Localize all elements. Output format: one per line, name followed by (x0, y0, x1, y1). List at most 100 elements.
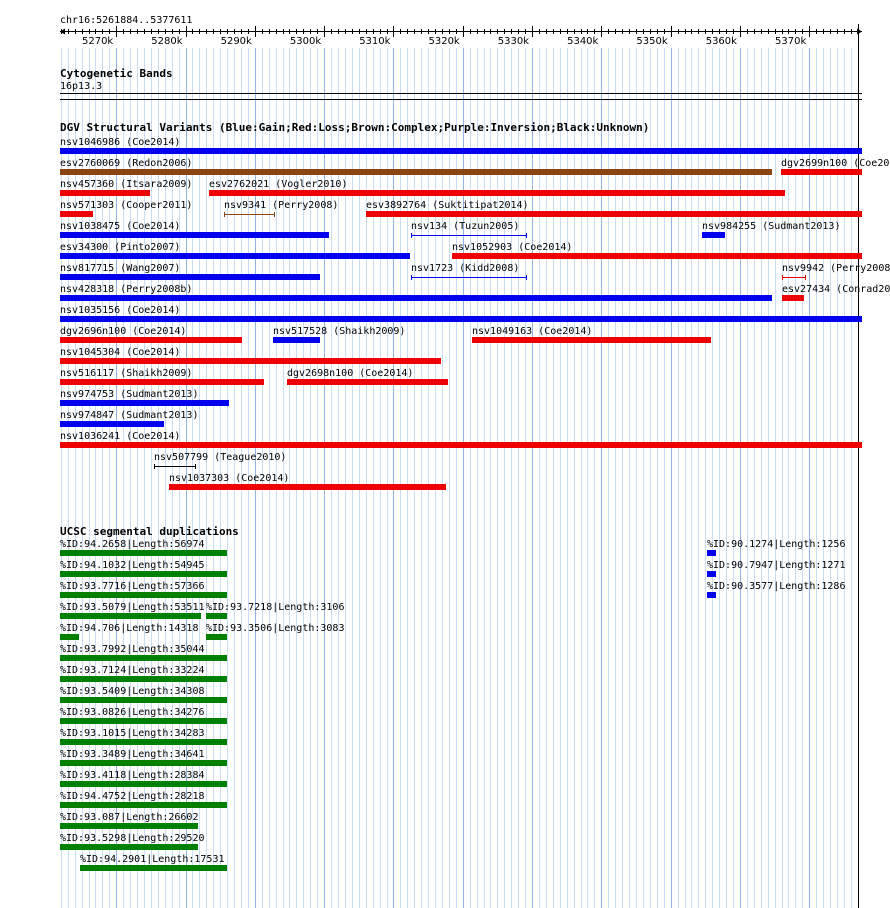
dgv-feature-label[interactable]: dgv2696n100 (Coe2014) (60, 326, 186, 337)
dgv-feature-bar[interactable] (273, 337, 320, 343)
segdup-feature-label[interactable]: %ID:90.1274|Length:1256 (707, 539, 845, 550)
dgv-feature-label[interactable]: nsv457360 (Itsara2009) (60, 179, 192, 190)
segdup-feature-bar[interactable] (60, 844, 198, 850)
segdup-feature-bar[interactable] (60, 760, 227, 766)
dgv-feature-label[interactable]: nsv516117 (Shaikh2009) (60, 368, 192, 379)
segdup-feature-label[interactable]: %ID:93.1015|Length:34283 (60, 728, 205, 739)
dgv-feature-label[interactable]: nsv1036241 (Coe2014) (60, 431, 180, 442)
dgv-feature-label[interactable]: nsv1052903 (Coe2014) (452, 242, 572, 253)
dgv-feature-label[interactable]: nsv817715 (Wang2007) (60, 263, 180, 274)
segdup-feature-bar[interactable] (60, 634, 79, 640)
dgv-feature-bar[interactable] (224, 212, 275, 217)
dgv-feature-label[interactable]: nsv571303 (Cooper2011) (60, 200, 192, 211)
cytoband-label[interactable]: 16p13.3 (60, 81, 102, 92)
segdup-feature-bar[interactable] (80, 865, 227, 871)
dgv-feature-bar[interactable] (702, 232, 725, 238)
segdup-feature-label[interactable]: %ID:93.7716|Length:57366 (60, 581, 205, 592)
dgv-feature-bar[interactable] (782, 295, 804, 301)
dgv-feature-label[interactable]: nsv1723 (Kidd2008) (411, 263, 519, 274)
dgv-feature-bar[interactable] (472, 337, 711, 343)
segdup-feature-label[interactable]: %ID:93.5298|Length:29520 (60, 833, 205, 844)
dgv-feature-bar[interactable] (209, 190, 785, 196)
dgv-feature-label[interactable]: nsv1046986 (Coe2014) (60, 137, 180, 148)
segdup-feature-label[interactable]: %ID:93.3489|Length:34641 (60, 749, 205, 760)
dgv-feature-bar[interactable] (60, 274, 320, 280)
dgv-feature-bar[interactable] (411, 233, 527, 238)
dgv-feature-label[interactable]: nsv984255 (Sudmant2013) (702, 221, 840, 232)
coordinate-ruler[interactable]: 5270k 5280k 5290k 5300k 5310k 5320k 5330k 5340k… (0, 0, 890, 60)
dgv-feature-label[interactable]: nsv1045304 (Coe2014) (60, 347, 180, 358)
segdup-feature-bar[interactable] (60, 781, 227, 787)
dgv-feature-label[interactable]: nsv134 (Tuzun2005) (411, 221, 519, 232)
segdup-feature-bar[interactable] (707, 550, 716, 556)
segdup-feature-bar[interactable] (60, 655, 227, 661)
dgv-feature-label[interactable]: nsv517528 (Shaikh2009) (273, 326, 405, 337)
segdup-feature-label[interactable]: %ID:94.2658|Length:56974 (60, 539, 205, 550)
dgv-feature-label[interactable]: nsv1037303 (Coe2014) (169, 473, 289, 484)
dgv-feature-bar[interactable] (60, 379, 264, 385)
segdup-feature-bar[interactable] (60, 697, 227, 703)
dgv-feature-bar[interactable] (60, 211, 93, 217)
segdup-feature-bar[interactable] (60, 571, 227, 577)
segdup-feature-label[interactable]: %ID:93.7124|Length:33224 (60, 665, 205, 676)
segdup-feature-label[interactable]: %ID:94.4752|Length:28218 (60, 791, 205, 802)
dgv-feature-bar[interactable] (411, 275, 527, 280)
dgv-feature-label[interactable]: nsv1038475 (Coe2014) (60, 221, 180, 232)
dgv-feature-label[interactable]: esv3892764 (Suktitipat2014) (366, 200, 529, 211)
cytoband-track-title[interactable]: Cytogenetic Bands (60, 68, 173, 80)
dgv-feature-label[interactable]: dgv2698n100 (Coe2014) (287, 368, 413, 379)
dgv-feature-bar[interactable] (60, 232, 329, 238)
segdup-feature-label[interactable]: %ID:93.7218|Length:3106 (206, 602, 344, 613)
dgv-feature-label[interactable]: nsv9341 (Perry2008) (224, 200, 338, 211)
segdup-feature-label[interactable]: %ID:93.087|Length:26602 (60, 812, 198, 823)
dgv-feature-bar[interactable] (366, 211, 862, 217)
dgv-feature-bar[interactable] (60, 421, 164, 427)
segdup-feature-bar[interactable] (60, 823, 198, 829)
segdup-feature-bar[interactable] (206, 634, 227, 640)
dgv-feature-bar[interactable] (781, 169, 862, 175)
dgv-feature-label[interactable]: nsv974753 (Sudmant2013) (60, 389, 198, 400)
dgv-feature-bar[interactable] (60, 442, 862, 448)
segdup-feature-label[interactable]: %ID:90.3577|Length:1286 (707, 581, 845, 592)
dgv-feature-label[interactable]: nsv9942 (Perry2008) (782, 263, 890, 274)
dgv-feature-bar[interactable] (60, 169, 772, 175)
dgv-feature-label[interactable]: esv34300 (Pinto2007) (60, 242, 180, 253)
segdup-feature-label[interactable]: %ID:90.7947|Length:1271 (707, 560, 845, 571)
dgv-feature-label[interactable]: dgv2699n100 (Coe2014) (781, 158, 890, 169)
dgv-feature-label[interactable]: esv27434 (Conrad2010) (782, 284, 890, 295)
dgv-feature-label[interactable]: esv2760069 (Redon2006) (60, 158, 192, 169)
segdup-feature-bar[interactable] (60, 802, 227, 808)
segdup-feature-label[interactable]: %ID:93.3506|Length:3083 (206, 623, 344, 634)
segdup-feature-label[interactable]: %ID:94.2901|Length:17531 (80, 854, 225, 865)
segdup-feature-label[interactable]: %ID:93.4118|Length:28384 (60, 770, 205, 781)
dgv-track-title[interactable]: DGV Structural Variants (Blue:Gain;Red:L… (60, 122, 649, 134)
segdup-feature-label[interactable]: %ID:93.5079|Length:53511 (60, 602, 205, 613)
dgv-feature-bar[interactable] (60, 400, 229, 406)
segdup-feature-bar[interactable] (60, 592, 227, 598)
segdup-feature-bar[interactable] (60, 739, 227, 745)
dgv-feature-label[interactable]: nsv428318 (Perry2008b) (60, 284, 192, 295)
dgv-feature-bar[interactable] (60, 295, 772, 301)
dgv-feature-label[interactable]: esv2762021 (Vogler2010) (209, 179, 347, 190)
segdup-feature-bar[interactable] (707, 592, 716, 598)
dgv-feature-label[interactable]: nsv974847 (Sudmant2013) (60, 410, 198, 421)
dgv-feature-bar[interactable] (154, 464, 196, 469)
segdup-feature-bar[interactable] (60, 718, 227, 724)
segdup-feature-bar[interactable] (60, 613, 201, 619)
dgv-feature-label[interactable]: nsv1035156 (Coe2014) (60, 305, 180, 316)
segdup-feature-label[interactable]: %ID:94.706|Length:14318 (60, 623, 198, 634)
dgv-feature-bar[interactable] (169, 484, 446, 490)
dgv-feature-bar[interactable] (287, 379, 448, 385)
dgv-feature-bar[interactable] (60, 190, 150, 196)
segdup-feature-label[interactable]: %ID:94.1032|Length:54945 (60, 560, 205, 571)
dgv-feature-bar[interactable] (60, 358, 441, 364)
segdup-track-title[interactable]: UCSC segmental duplications (60, 526, 239, 538)
segdup-feature-bar[interactable] (707, 571, 716, 577)
segdup-feature-label[interactable]: %ID:93.0826|Length:34276 (60, 707, 205, 718)
segdup-feature-label[interactable]: %ID:93.5409|Length:34308 (60, 686, 205, 697)
dgv-feature-label[interactable]: nsv1049163 (Coe2014) (472, 326, 592, 337)
segdup-feature-bar[interactable] (60, 676, 227, 682)
dgv-feature-label[interactable]: nsv507799 (Teague2010) (154, 452, 286, 463)
segdup-feature-bar[interactable] (60, 550, 227, 556)
dgv-feature-bar[interactable] (452, 253, 862, 259)
